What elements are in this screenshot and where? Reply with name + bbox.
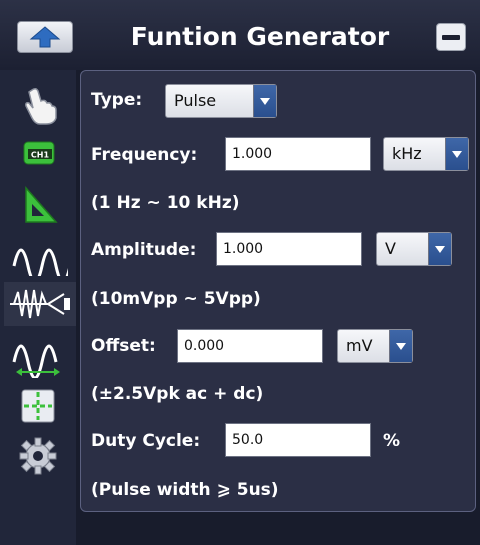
window-title: Funtion Generator	[130, 22, 390, 51]
wave-measure-icon	[12, 344, 60, 378]
frequency-input[interactable]: 1.000	[225, 137, 371, 171]
sidebar-item-wave-measure[interactable]	[8, 334, 68, 378]
chevron-down-icon	[253, 85, 276, 117]
amplitude-label: Amplitude:	[91, 240, 197, 260]
minus-icon	[442, 35, 460, 40]
offset-label: Offset:	[91, 336, 156, 356]
amplitude-unit-value: V	[385, 239, 396, 258]
sidebar-item-function-generator[interactable]	[4, 282, 76, 326]
sine-wave-icon	[12, 248, 68, 276]
sidebar-item-settings[interactable]	[8, 434, 68, 478]
up-arrow-icon	[29, 26, 61, 48]
type-select[interactable]: Pulse	[165, 84, 277, 118]
gear-icon	[19, 437, 57, 475]
offset-input[interactable]: 0.000	[177, 329, 323, 363]
sidebar-item-touch[interactable]	[8, 82, 68, 126]
frequency-unit-value: kHz	[392, 144, 422, 163]
frequency-range-text: (1 Hz ~ 10 kHz)	[91, 193, 240, 213]
ch1-text: CH1	[31, 151, 50, 160]
sidebar-item-measure[interactable]	[8, 182, 68, 226]
sidebar-item-cursor[interactable]	[8, 384, 68, 428]
type-select-value: Pulse	[174, 91, 217, 110]
hand-pointer-icon	[25, 87, 57, 125]
sidebar-item-waveform[interactable]	[8, 232, 68, 276]
duty-cycle-unit: %	[383, 431, 401, 451]
chevron-down-icon	[445, 138, 468, 170]
cursor-crosshair-icon	[21, 389, 55, 423]
title-bar: Funtion Generator	[0, 0, 480, 70]
back-button[interactable]	[17, 21, 73, 53]
amplitude-input[interactable]: 1.000	[216, 232, 362, 266]
chevron-down-icon	[428, 233, 451, 265]
offset-unit-select[interactable]: mV	[337, 329, 413, 363]
frequency-unit-select[interactable]: kHz	[383, 137, 469, 171]
frequency-label: Frequency:	[91, 145, 198, 165]
amplitude-unit-select[interactable]: V	[376, 232, 452, 266]
chevron-down-icon	[389, 330, 412, 362]
duty-cycle-label: Duty Cycle:	[91, 431, 201, 451]
type-label: Type:	[91, 90, 143, 110]
amplitude-range-text: (10mVpp ~ 5Vpp)	[91, 289, 261, 309]
ruler-triangle-icon	[25, 186, 58, 223]
ch1-channel-icon: CH1	[23, 141, 55, 165]
sidebar-item-ch1[interactable]: CH1	[8, 132, 68, 176]
minimize-button[interactable]	[436, 23, 466, 51]
function-generator-panel: Type: Pulse Frequency: 1.000 kHz (1 Hz ~…	[80, 70, 476, 512]
burst-wave-icon	[10, 289, 70, 319]
offset-range-text: (±2.5Vpk ac + dc)	[91, 384, 264, 404]
offset-unit-value: mV	[346, 336, 373, 355]
pulse-width-note: (Pulse width ⩾ 5us)	[91, 480, 279, 500]
sidebar: CH1	[0, 70, 76, 545]
duty-cycle-input[interactable]: 50.0	[225, 423, 371, 457]
